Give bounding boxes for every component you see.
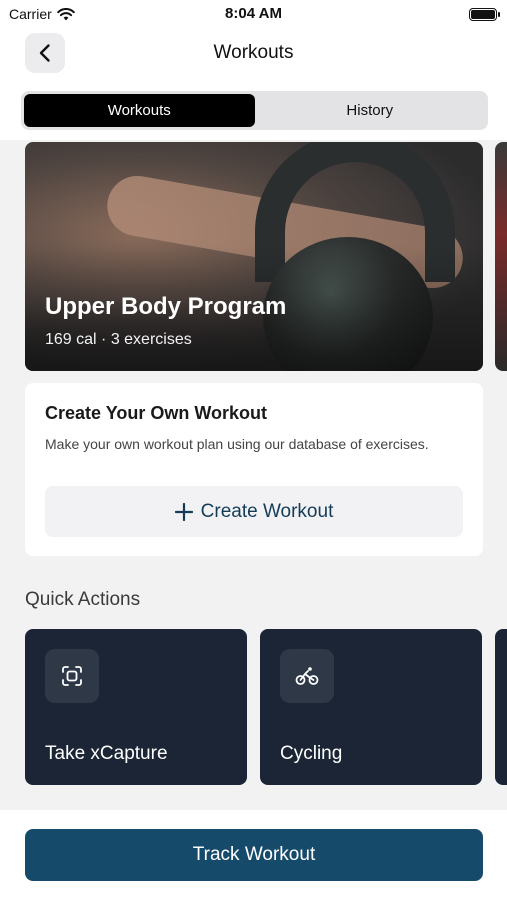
quick-action-label: Take xCapture [45,743,168,764]
segment-container: Workouts History [0,80,507,140]
featured-program-card[interactable]: Upper Body Program 169 cal · 3 exercises [25,142,483,371]
plus-icon [174,502,193,521]
program-title: Upper Body Program [45,293,287,320]
quick-action-icon-box [280,649,334,703]
create-workout-button[interactable]: Create Workout [45,486,463,537]
quick-action-take-xcapture[interactable]: Take xCapture [25,629,247,785]
segmented-control: Workouts History [21,91,488,130]
track-workout-button[interactable]: Track Workout [25,829,483,881]
create-workout-button-label: Create Workout [200,500,334,522]
bottom-bar: Track Workout [0,810,507,900]
scan-icon [62,666,82,686]
quick-action-card-peek[interactable] [495,629,507,785]
quick-actions-heading: Quick Actions [25,589,141,610]
create-workout-card: Create Your Own Workout Make your own wo… [25,383,483,556]
create-workout-title: Create Your Own Workout [45,403,268,423]
nav-bar: Workouts [0,30,507,80]
bicycle-icon [295,667,319,685]
battery-fill [471,10,495,19]
create-workout-description: Make your own workout plan using our dat… [45,436,429,452]
quick-action-icon-box [45,649,99,703]
status-bar: Carrier 8:04 AM [0,0,507,30]
quick-action-label: Cycling [280,743,343,764]
tab-workouts[interactable]: Workouts [24,94,255,127]
next-program-card-peek[interactable] [495,142,507,371]
quick-action-cycling[interactable]: Cycling [260,629,482,785]
page-title: Workouts [213,42,294,63]
battery-icon [469,8,500,21]
program-meta: 169 cal · 3 exercises [45,331,192,348]
tab-history[interactable]: History [255,94,486,127]
status-time: 8:04 AM [225,5,282,22]
